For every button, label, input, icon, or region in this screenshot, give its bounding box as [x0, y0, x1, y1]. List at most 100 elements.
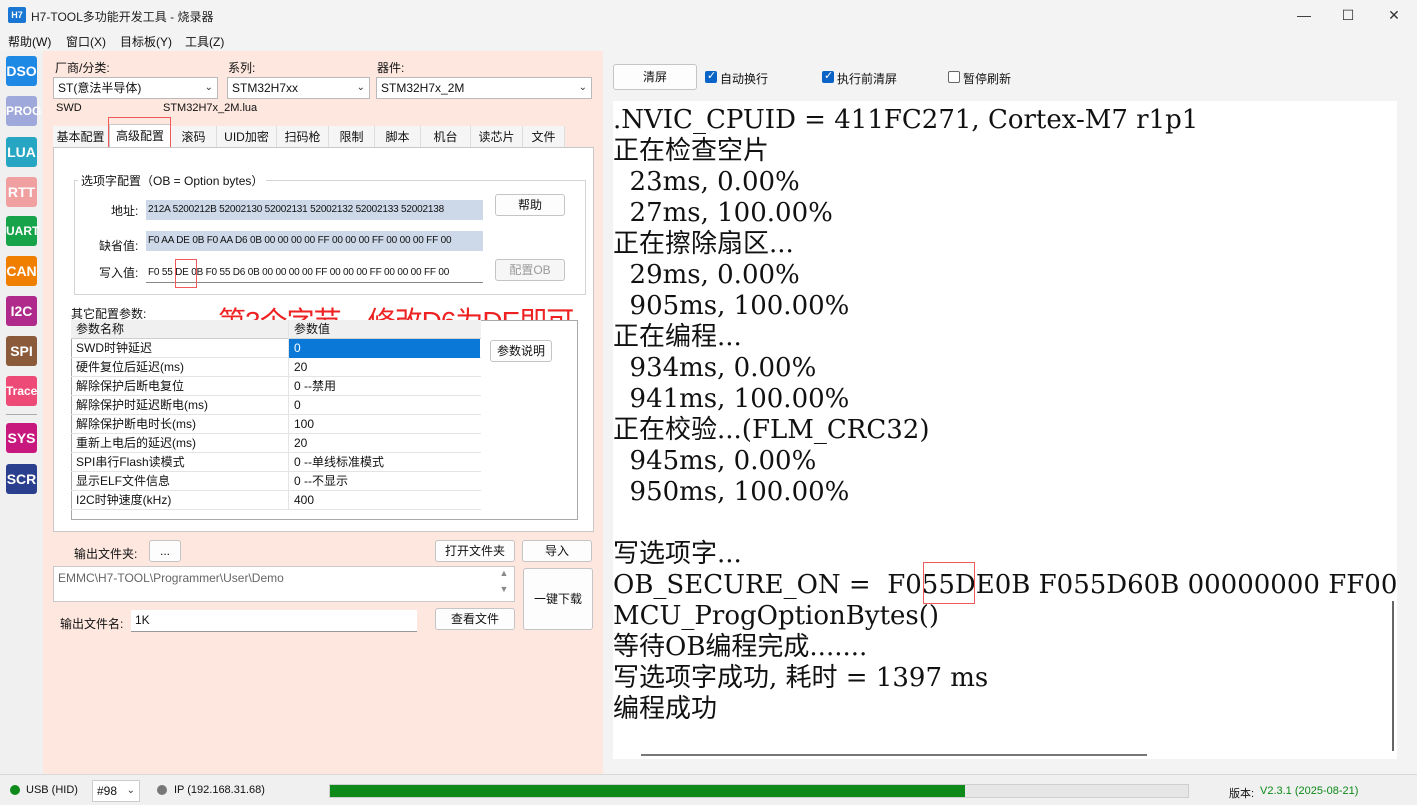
vendor-select[interactable]: ST(意法半导体) ⌄ [53, 77, 218, 99]
close-button[interactable]: ✕ [1371, 0, 1417, 31]
table-row[interactable]: 显示ELF文件信息 0 --不显示 [71, 472, 481, 491]
app-icon: H7 [8, 7, 26, 23]
tab-uid-encrypt[interactable]: UID加密 [217, 126, 277, 148]
output-path-field[interactable]: EMMC\H7-TOOL\Programmer\User\Demo [53, 566, 515, 602]
console-line: 等待OB编程完成....... [613, 632, 868, 662]
browse-folder-button[interactable]: ... [149, 540, 181, 562]
console-output[interactable]: .NVIC_CPUID = 411FC271, Cortex-M7 r1p1 正… [613, 101, 1397, 759]
clear-before-run-checkbox[interactable] [822, 69, 834, 83]
scroll-down-icon[interactable]: ▼ [497, 584, 511, 596]
window-title: H7-TOOL多功能开发工具 - 烧录器 [31, 10, 214, 24]
sidebar-rtt-button[interactable]: RTT [6, 177, 37, 207]
sidebar-uart-button[interactable]: UART [6, 216, 39, 246]
table-row[interactable]: 解除保护断电时长(ms) 100 [71, 415, 481, 434]
param-value[interactable]: 0 [288, 339, 480, 358]
sidebar-scr-button[interactable]: SCR [6, 464, 37, 494]
table-row[interactable]: 硬件复位后延迟(ms) 20 [71, 358, 481, 377]
scroll-up-icon[interactable]: ▲ [497, 568, 511, 580]
version-value: V2.3.1 (2025-08-21) [1260, 785, 1359, 797]
tab-read-chip[interactable]: 读芯片 [471, 126, 523, 148]
vertical-scrollbar[interactable] [1392, 601, 1394, 751]
param-explain-button[interactable]: 参数说明 [490, 340, 552, 362]
clear-console-button[interactable]: 清屏 [613, 64, 697, 90]
sidebar-trace-button[interactable]: Trace [6, 376, 37, 406]
param-value[interactable]: 0 --单线标准模式 [288, 453, 480, 472]
param-value[interactable]: 100 [288, 415, 480, 434]
option-bytes-title: 选项字配置（OB = Option bytes） [78, 172, 267, 189]
menu-target-board[interactable]: 目标板(Y) [120, 33, 172, 50]
ob-address-label: 地址: [111, 204, 139, 218]
tab-files[interactable]: 文件 [523, 126, 565, 148]
sidebar-prog-button[interactable]: PROG [6, 96, 41, 126]
menu-help[interactable]: 帮助(W) [8, 33, 51, 50]
table-row[interactable]: SWD时钟延迟 0 [71, 339, 481, 358]
console-line: 正在校验...(FLM_CRC32) [613, 415, 930, 445]
tab-script[interactable]: 脚本 [375, 126, 421, 148]
maximize-button[interactable]: ☐ [1325, 0, 1371, 31]
tab-basic-config[interactable]: 基本配置 [53, 126, 109, 148]
series-select[interactable]: STM32H7xx ⌄ [227, 77, 370, 99]
device-label: 器件: [377, 61, 405, 75]
import-button[interactable]: 导入 [522, 540, 592, 562]
param-value[interactable]: 20 [288, 358, 480, 377]
sidebar-can-button[interactable]: CAN [6, 256, 37, 286]
ob-default-field[interactable]: F0 AA DE 0B F0 AA D6 0B 00 00 00 00 FF 0… [146, 231, 483, 251]
console-line: 950ms, 100.00% [613, 477, 850, 507]
device-select[interactable]: STM32H7x_2M ⌄ [376, 77, 592, 99]
sidebar-lua-button[interactable]: LUA [6, 137, 37, 167]
table-row[interactable]: I2C时钟速度(kHz) 400 [71, 491, 481, 510]
view-file-button[interactable]: 查看文件 [435, 608, 515, 630]
output-folder-label: 输出文件夹: [74, 547, 138, 561]
param-value[interactable]: 0 --禁用 [288, 377, 480, 396]
console-panel: 清屏 自动换行 执行前清屏 暂停刷新 .NVIC_CPUID = 411FC27… [603, 51, 1417, 774]
header-param-name: 参数名称 [76, 322, 125, 336]
ob-default-label: 缺省值: [99, 239, 139, 253]
tab-rolling-code[interactable]: 滚码 [171, 126, 217, 148]
horizontal-scrollbar[interactable] [641, 754, 1147, 756]
lua-file-label: STM32H7x_2M.lua [163, 102, 258, 114]
progress-bar [329, 784, 1189, 798]
device-number-select[interactable]: #98 ⌄ [92, 780, 140, 802]
ob-help-button[interactable]: 帮助 [495, 194, 565, 216]
table-row[interactable]: 解除保护后断电复位 0 --禁用 [71, 377, 481, 396]
series-select-value: STM32H7xx [232, 81, 299, 95]
auto-wrap-checkbox[interactable] [705, 69, 717, 83]
header-param-value: 参数值 [288, 320, 480, 339]
config-ob-button[interactable]: 配置OB [495, 259, 565, 281]
table-row[interactable]: 解除保护时延迟断电(ms) 0 [71, 396, 481, 415]
vendor-label: 厂商/分类: [55, 61, 110, 75]
usb-status-label: USB (HID) [26, 784, 78, 796]
minimize-button[interactable]: — [1281, 0, 1327, 31]
menu-bar: 帮助(W) 窗口(X) 目标板(Y) 工具(Z) [0, 31, 1417, 51]
chevron-down-icon: ⌄ [204, 82, 213, 93]
changed-byte-highlight [923, 562, 975, 604]
sidebar-dso-button[interactable]: DSO [6, 56, 37, 86]
progress-fill [330, 785, 965, 797]
one-click-download-button[interactable]: 一键下载 [523, 568, 593, 630]
ob-address-field[interactable]: 212A 5200212B 52002130 52002131 52002132… [146, 200, 483, 220]
device-select-value: STM32H7x_2M [381, 81, 465, 95]
pause-refresh-checkbox[interactable] [948, 71, 960, 83]
series-label: 系列: [228, 61, 256, 75]
tab-limits[interactable]: 限制 [329, 126, 375, 148]
param-name: 解除保护时延迟断电(ms) [76, 398, 208, 412]
tab-scanner[interactable]: 扫码枪 [277, 126, 329, 148]
ip-status-icon [157, 785, 167, 795]
param-value[interactable]: 20 [288, 434, 480, 453]
console-line: OB_SECURE_ON = F055DE0B F055D60B 0000000… [613, 570, 1397, 600]
table-row[interactable]: SPI串行Flash读模式 0 --单线标准模式 [71, 453, 481, 472]
sidebar-sys-button[interactable]: SYS [6, 423, 37, 453]
param-name: 显示ELF文件信息 [76, 474, 171, 488]
output-filename-field[interactable]: 1K [131, 610, 417, 632]
open-folder-button[interactable]: 打开文件夹 [435, 540, 515, 562]
param-value[interactable]: 0 --不显示 [288, 472, 480, 491]
table-row[interactable]: 重新上电后的延迟(ms) 20 [71, 434, 481, 453]
menu-tools[interactable]: 工具(Z) [185, 33, 224, 50]
param-value[interactable]: 0 [288, 396, 480, 415]
param-name: I2C时钟速度(kHz) [76, 493, 172, 507]
sidebar-spi-button[interactable]: SPI [6, 336, 37, 366]
param-value[interactable]: 400 [288, 491, 480, 510]
tab-machine[interactable]: 机台 [421, 126, 471, 148]
menu-window[interactable]: 窗口(X) [66, 33, 106, 50]
sidebar-i2c-button[interactable]: I2C [6, 296, 37, 326]
